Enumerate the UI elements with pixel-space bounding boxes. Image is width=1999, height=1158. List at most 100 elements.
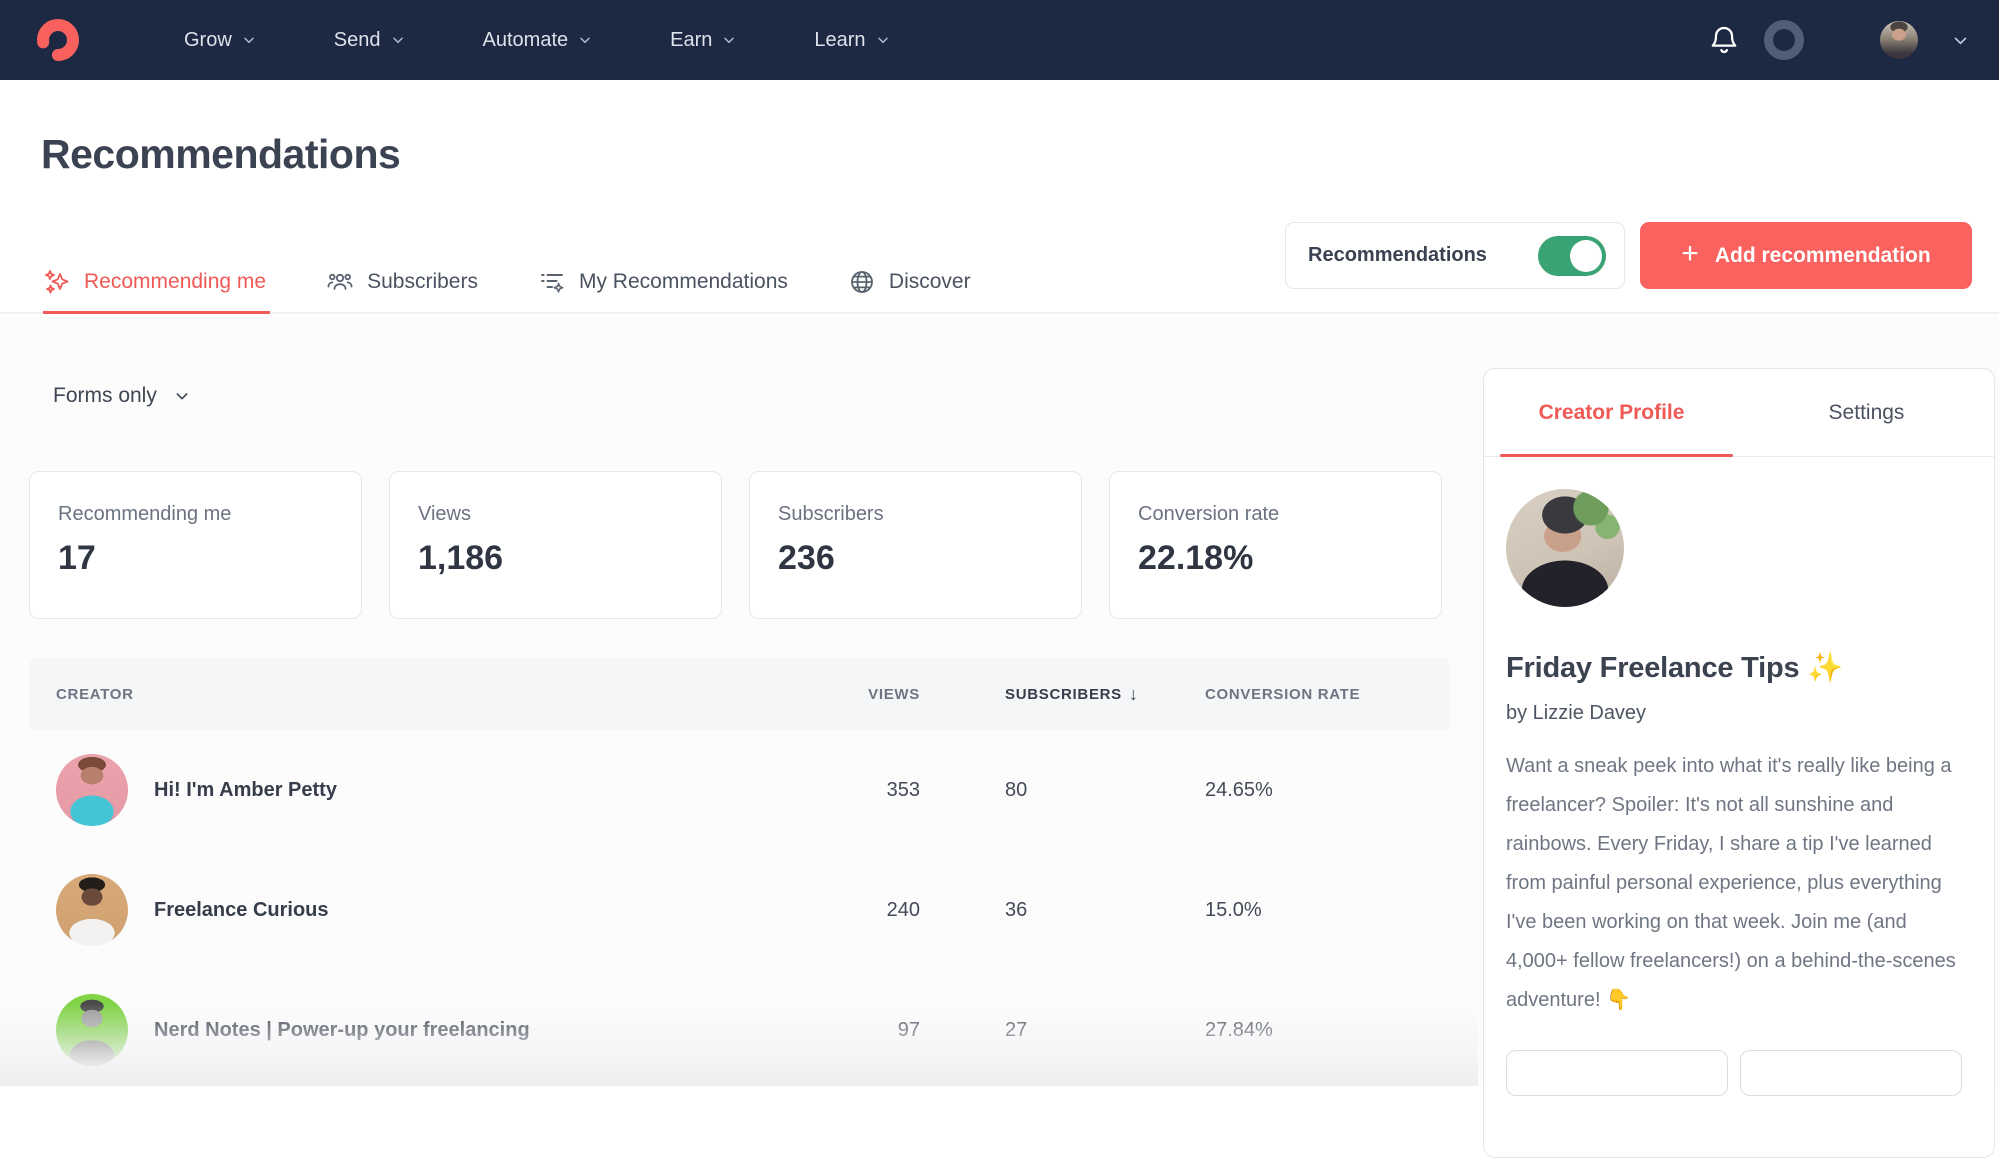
stats-row: Recommending me 17 Views 1,186 Subscribe… xyxy=(29,471,1442,619)
panel-actions xyxy=(1506,1050,1970,1096)
filter-value: Forms only xyxy=(53,384,157,407)
views-value: 353 xyxy=(886,778,920,801)
creator-avatar xyxy=(56,874,128,946)
convertkit-logo-icon xyxy=(37,19,79,61)
panel-action-button-left[interactable] xyxy=(1506,1050,1728,1096)
chevron-down-icon xyxy=(1954,37,1967,44)
column-header-views[interactable]: VIEWS xyxy=(810,686,920,703)
subscribers-value: 27 xyxy=(1005,1018,1028,1041)
creator-avatar xyxy=(56,994,128,1066)
subscribers-value: 36 xyxy=(1005,898,1028,921)
nav-right-controls xyxy=(1708,20,1969,60)
page-title: Recommendations xyxy=(41,131,401,177)
nav-item-label: Earn xyxy=(670,28,713,51)
column-header-label: SUBSCRIBERS xyxy=(1005,685,1122,703)
panel-tabs: Creator Profile Settings xyxy=(1484,369,1994,457)
creators-table: CREATOR VIEWS SUBSCRIBERS ↓ CONVERSION R… xyxy=(29,658,1450,1090)
tab-label: Recommending me xyxy=(84,270,267,293)
chevron-down-icon xyxy=(724,37,735,44)
stat-value: 236 xyxy=(778,539,835,577)
forms-only-dropdown[interactable]: Forms only xyxy=(53,384,190,408)
conversion-value: 15.0% xyxy=(1205,898,1262,921)
chevron-down-icon xyxy=(877,37,888,44)
creator-cell: Nerd Notes | Power-up your freelancing xyxy=(56,994,810,1066)
sparkles-icon xyxy=(43,268,71,296)
chevron-down-icon xyxy=(243,37,254,44)
globe-icon xyxy=(848,268,876,296)
stat-card-recommending-me: Recommending me 17 xyxy=(29,471,362,619)
profile-avatar xyxy=(1506,489,1624,607)
conversion-value: 24.65% xyxy=(1205,778,1273,801)
stat-value: 1,186 xyxy=(418,539,504,577)
tab-settings[interactable]: Settings xyxy=(1739,369,1994,456)
add-recommendation-button[interactable]: + Add recommendation xyxy=(1640,222,1972,289)
creator-cell: Freelance Curious xyxy=(56,874,810,946)
stat-card-conversion-rate: Conversion rate 22.18% xyxy=(1109,471,1442,619)
bell-icon xyxy=(1711,26,1737,54)
views-value: 97 xyxy=(897,1018,920,1041)
sort-desc-icon: ↓ xyxy=(1128,683,1139,704)
nav-item-label: Automate xyxy=(482,28,569,51)
stat-label: Recommending me xyxy=(58,503,232,525)
panel-body: Friday Freelance Tips ✨ by Lizzie Davey … xyxy=(1484,457,1994,1096)
toggle-label: Recommendations xyxy=(1308,244,1487,266)
table-header: CREATOR VIEWS SUBSCRIBERS ↓ CONVERSION R… xyxy=(29,658,1450,730)
tab-discover[interactable]: Discover xyxy=(848,252,971,312)
nav-item-label: Learn xyxy=(814,28,866,51)
add-recommendation-label: Add recommendation xyxy=(1714,243,1931,267)
creator-name: Freelance Curious xyxy=(154,898,329,921)
nav-item-label: Send xyxy=(333,28,381,51)
creator-profile-panel: Creator Profile Settings Friday Freelanc… xyxy=(1483,368,1995,1158)
stat-card-subscribers: Subscribers 236 xyxy=(749,471,1082,619)
tab-label: Subscribers xyxy=(367,270,478,293)
tab-my-recommendations[interactable]: My Recommendations xyxy=(538,252,788,312)
people-group-icon xyxy=(326,268,354,296)
stat-label: Conversion rate xyxy=(1138,503,1280,525)
status-ring-icon xyxy=(1764,20,1804,60)
notifications-button[interactable] xyxy=(1708,23,1740,57)
stat-card-views: Views 1,186 xyxy=(389,471,722,619)
tab-label: Discover xyxy=(888,270,971,293)
table-row[interactable]: Hi! I'm Amber Petty 353 80 24.65% xyxy=(29,730,1450,850)
views-value: 240 xyxy=(886,898,920,921)
nav-item-grow[interactable]: Grow xyxy=(184,29,256,52)
account-menu-button[interactable] xyxy=(1952,32,1969,49)
page-tabs: Recommending me Subscribers My Recommend… xyxy=(43,252,971,314)
nav-item-send[interactable]: Send xyxy=(334,29,405,52)
table-row[interactable]: Nerd Notes | Power-up your freelancing 9… xyxy=(29,970,1450,1090)
stat-label: Views xyxy=(418,503,471,525)
tab-subscribers[interactable]: Subscribers xyxy=(326,252,478,312)
list-sparkle-icon xyxy=(538,268,566,296)
top-navbar: Grow Send Automate Earn Learn xyxy=(0,0,1999,80)
column-header-conversion-rate[interactable]: CONVERSION RATE xyxy=(1165,686,1450,703)
nav-item-label: Grow xyxy=(184,28,232,51)
profile-title: Friday Freelance Tips ✨ xyxy=(1506,652,1844,684)
chevron-down-icon xyxy=(392,37,403,44)
profile-description: Want a sneak peek into what it's really … xyxy=(1506,755,1956,1011)
nav-item-automate[interactable]: Automate xyxy=(483,29,593,52)
toggle-knob xyxy=(1570,239,1602,272)
table-row[interactable]: Freelance Curious 240 36 15.0% xyxy=(29,850,1450,970)
recommendations-toggle-card: Recommendations xyxy=(1285,222,1625,289)
column-header-subscribers[interactable]: SUBSCRIBERS ↓ xyxy=(920,684,1165,705)
creator-cell: Hi! I'm Amber Petty xyxy=(56,754,810,826)
nav-item-learn[interactable]: Learn xyxy=(814,29,889,52)
chevron-down-icon xyxy=(580,37,590,44)
creator-avatar xyxy=(56,754,128,826)
recommendations-toggle[interactable] xyxy=(1538,235,1606,276)
panel-action-button-right[interactable] xyxy=(1740,1050,1962,1096)
column-header-creator[interactable]: CREATOR xyxy=(56,686,810,703)
tab-creator-profile[interactable]: Creator Profile xyxy=(1484,369,1739,457)
plus-icon: + xyxy=(1681,237,1699,270)
nav-item-earn[interactable]: Earn xyxy=(670,29,736,52)
creator-name: Nerd Notes | Power-up your freelancing xyxy=(154,1018,530,1041)
nav-menu: Grow Send Automate Earn Learn xyxy=(184,29,890,52)
convertkit-logo[interactable] xyxy=(34,16,82,64)
stat-value: 22.18% xyxy=(1138,539,1254,577)
tab-recommending-me[interactable]: Recommending me xyxy=(43,252,271,314)
tab-label: My Recommendations xyxy=(578,270,788,293)
creator-name: Hi! I'm Amber Petty xyxy=(154,778,337,801)
conversion-value: 27.84% xyxy=(1205,1018,1273,1041)
account-avatar[interactable] xyxy=(1880,21,1918,59)
stat-label: Subscribers xyxy=(778,503,884,525)
